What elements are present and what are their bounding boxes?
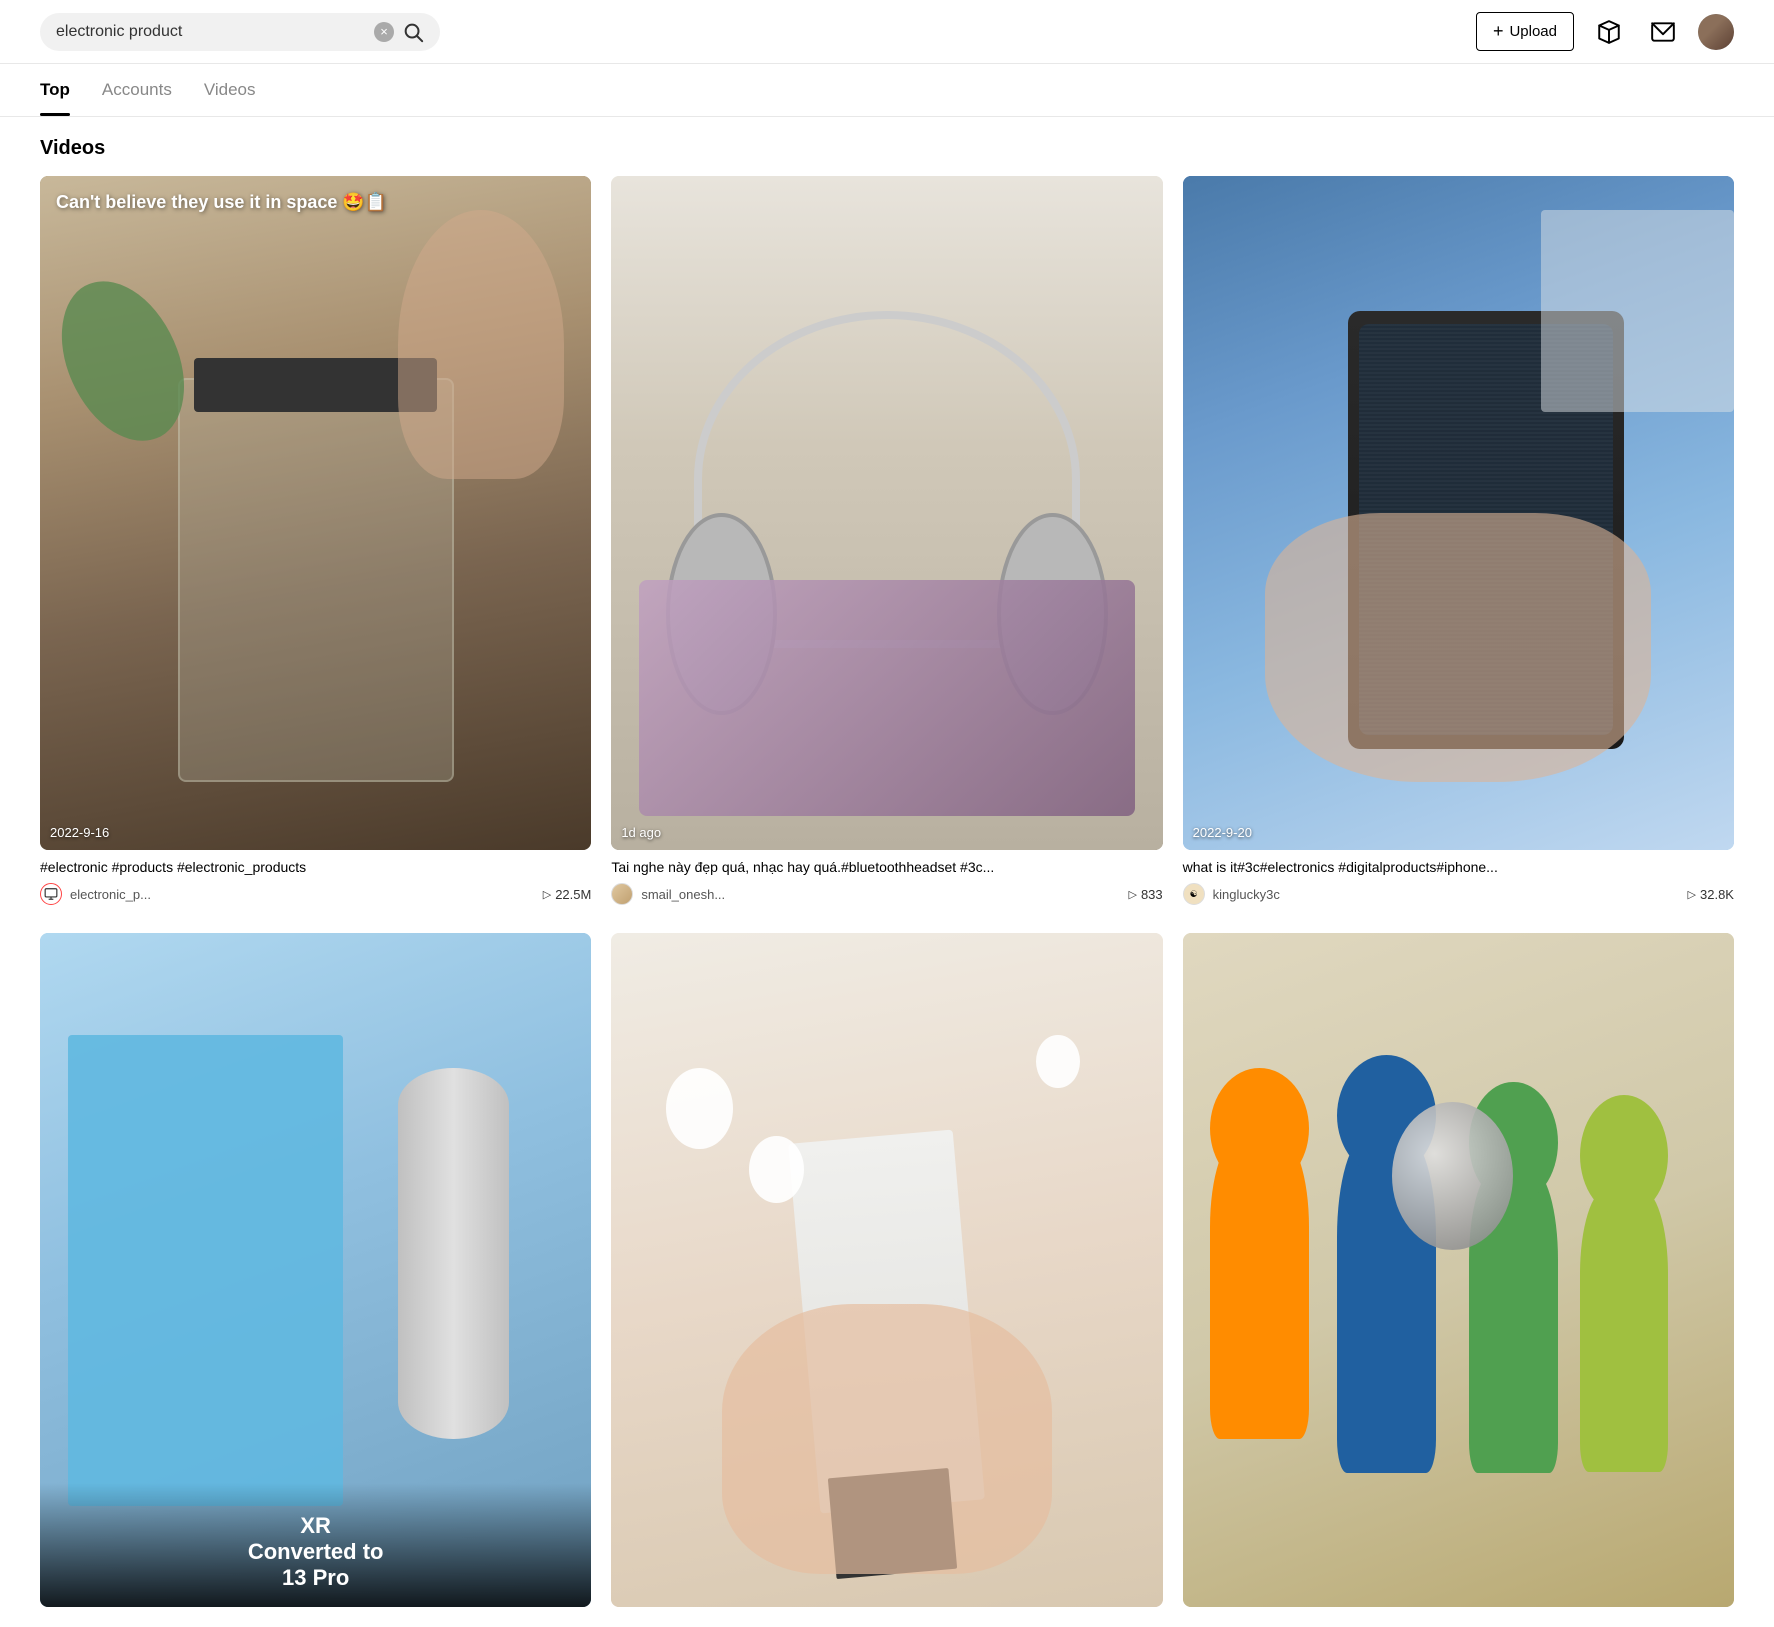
video-author-3: kinglucky3c <box>1213 887 1680 902</box>
video-thumbnail-5 <box>611 933 1162 1607</box>
video-timestamp-3: 2022-9-20 <box>1193 825 1252 840</box>
video-card-5[interactable] <box>611 933 1162 1607</box>
views-count-3: 32.8K <box>1700 887 1734 902</box>
video-grid: Can't believe they use it in space 🤩📋 20… <box>40 176 1734 1607</box>
video-info-2: Tai nghe này đẹp quá, nhạc hay quá.#blue… <box>611 850 1162 914</box>
video-author-avatar-3: ☯ <box>1183 883 1205 905</box>
play-icon-1: ▷ <box>543 888 551 901</box>
video-card-6[interactable] <box>1183 933 1734 1607</box>
inbox-button[interactable] <box>1590 13 1628 51</box>
search-clear-button[interactable]: × <box>374 22 394 42</box>
video-info-1: #electronic #products #electronic_produc… <box>40 850 591 914</box>
section-title: Videos <box>40 137 1734 160</box>
header: × + Upload <box>0 0 1774 64</box>
video-thumbnail-1: Can't believe they use it in space 🤩📋 20… <box>40 176 591 850</box>
search-submit-button[interactable] <box>402 21 424 43</box>
video-meta-3: ☯ kinglucky3c ▷ 32.8K <box>1183 883 1734 905</box>
play-icon-3: ▷ <box>1688 888 1696 901</box>
video-author-avatar-2 <box>611 883 633 905</box>
tab-top[interactable]: Top <box>40 64 70 116</box>
video-author-2: smail_onesh... <box>641 887 1120 902</box>
video-author-1: electronic_p... <box>70 887 535 902</box>
video-meta-2: smail_onesh... ▷ 833 <box>611 883 1162 905</box>
main-content: Videos Can't believe they use it in spac… <box>0 117 1774 1627</box>
search-icon <box>402 21 424 43</box>
video-thumbnail-6 <box>1183 933 1734 1607</box>
inbox-icon <box>1596 19 1622 45</box>
tab-videos[interactable]: Videos <box>204 64 256 116</box>
messages-button[interactable] <box>1644 13 1682 51</box>
video-author-avatar-1 <box>40 883 62 905</box>
views-count-1: 22.5M <box>555 887 591 902</box>
tabs-nav: Top Accounts Videos <box>0 64 1774 117</box>
video-desc-1: #electronic #products #electronic_produc… <box>40 858 591 878</box>
video-card-3[interactable]: 2022-9-20 what is it#3c#electronics #dig… <box>1183 176 1734 913</box>
video-views-1: ▷ 22.5M <box>543 887 592 902</box>
video-views-2: ▷ 833 <box>1128 887 1162 902</box>
avatar[interactable] <box>1698 14 1734 50</box>
video-desc-3: what is it#3c#electronics #digitalproduc… <box>1183 858 1734 878</box>
video-thumbnail-3: 2022-9-20 <box>1183 176 1734 850</box>
upload-plus-icon: + <box>1493 21 1504 42</box>
views-count-2: 833 <box>1141 887 1163 902</box>
video-card-4[interactable]: XRConverted to13 Pro <box>40 933 591 1607</box>
video-meta-1: electronic_p... ▷ 22.5M <box>40 883 591 905</box>
video-thumbnail-2: 1d ago <box>611 176 1162 850</box>
messages-icon <box>1650 19 1676 45</box>
video-overlay-xr: XRConverted to13 Pro <box>40 1483 591 1607</box>
video-desc-2: Tai nghe này đẹp quá, nhạc hay quá.#blue… <box>611 858 1162 878</box>
clear-icon: × <box>380 24 388 39</box>
play-icon-2: ▷ <box>1128 888 1136 901</box>
video-thumbnail-4: XRConverted to13 Pro <box>40 933 591 1607</box>
upload-button[interactable]: + Upload <box>1476 12 1574 51</box>
video-overlay-text-1: Can't believe they use it in space 🤩📋 <box>56 192 575 213</box>
video-card-2[interactable]: 1d ago Tai nghe này đẹp quá, nhạc hay qu… <box>611 176 1162 913</box>
avatar-image <box>1698 14 1734 50</box>
video-info-3: what is it#3c#electronics #digitalproduc… <box>1183 850 1734 914</box>
tab-accounts[interactable]: Accounts <box>102 64 172 116</box>
search-bar: × <box>40 13 440 51</box>
search-input[interactable] <box>56 23 366 41</box>
video-views-3: ▷ 32.8K <box>1688 887 1734 902</box>
tv-icon <box>44 887 58 901</box>
video-timestamp-1: 2022-9-16 <box>50 825 109 840</box>
video-card-1[interactable]: Can't believe they use it in space 🤩📋 20… <box>40 176 591 913</box>
upload-label: Upload <box>1509 23 1557 40</box>
video-timestamp-2: 1d ago <box>621 825 661 840</box>
